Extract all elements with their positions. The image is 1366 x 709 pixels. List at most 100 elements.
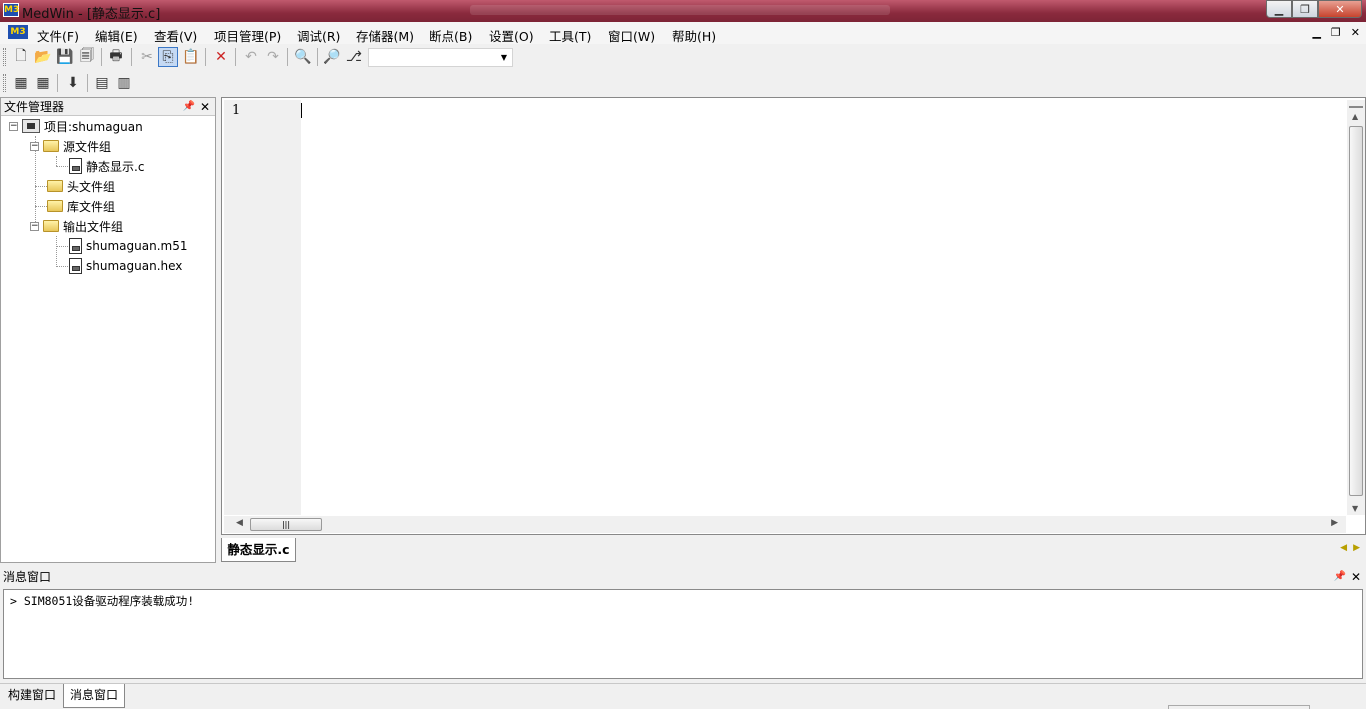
minimize-button[interactable]: ▁ (1266, 0, 1292, 18)
find-in-files-icon[interactable]: 🔎 (322, 47, 342, 67)
tree-item-source-file[interactable]: 静态显示.c (69, 157, 144, 175)
new-file-icon[interactable]: 🗋 (11, 47, 31, 67)
message-line: > SIM8051设备驱动程序装载成功! (10, 594, 195, 608)
horizontal-scrollbar[interactable]: ◀ ||| ▶ (224, 516, 1346, 533)
menu-window[interactable]: 窗口(W) (608, 26, 655, 45)
message-panel: 消息窗口 📌 ✕ > SIM8051设备驱动程序装载成功! (0, 568, 1366, 683)
menu-settings[interactable]: 设置(O) (489, 26, 534, 45)
tree-item-hex-file[interactable]: shumaguan.hex (69, 257, 182, 275)
tab-next-icon[interactable]: ▶ (1353, 543, 1360, 553)
scroll-left-icon[interactable]: ◀ (236, 518, 243, 528)
folder-icon (47, 180, 63, 192)
replace-icon[interactable]: ⎇ (344, 47, 364, 67)
maximize-button[interactable]: ❐ (1292, 0, 1318, 18)
tree-item-header-group[interactable]: 头文件组 (47, 177, 115, 195)
toolbar-separator (57, 74, 58, 92)
file-icon (69, 258, 82, 274)
menu-debug[interactable]: 调试(R) (297, 26, 340, 45)
menu-edit[interactable]: 编辑(E) (95, 26, 138, 45)
tree-item-m51-file[interactable]: shumaguan.m51 (69, 237, 187, 255)
message-panel-header: 消息窗口 📌 ✕ (0, 568, 1366, 586)
horizontal-scroll-thumb[interactable]: ||| (250, 518, 322, 531)
toolbar-separator (205, 48, 206, 66)
copy-icon[interactable]: ⎘ (158, 47, 178, 67)
tab-prev-icon[interactable]: ◀ (1340, 543, 1347, 553)
title-bar: M3 MedWin - [静态显示.c] ▁ ❐ ✕ (0, 0, 1366, 22)
document-menu-icon[interactable]: M3 (8, 25, 28, 39)
standard-toolbar: 🗋 📂 💾 🗐 🖶 ✂ ⎘ 📋 ✕ ↶ ↷ 🔍 🔎 ⎇ (0, 44, 1366, 70)
tab-source-file[interactable]: 静态显示.c (221, 538, 296, 562)
search-combo[interactable]: ▼ (368, 48, 513, 67)
menu-bar: M3 文件(F) 编辑(E) 查看(V) 项目管理(P) 调试(R) 存储器(M… (0, 22, 1366, 44)
redo-icon[interactable]: ↷ (263, 47, 283, 67)
project-icon (22, 119, 40, 133)
collapse-icon[interactable]: − (30, 221, 39, 231)
message-output[interactable]: > SIM8051设备驱动程序装载成功! (3, 589, 1363, 679)
file-manager-header: 文件管理器 📌 ✕ (1, 98, 215, 116)
menu-breakpoint[interactable]: 断点(B) (429, 26, 472, 45)
close-icon[interactable]: ✕ (1351, 568, 1361, 586)
menu-help[interactable]: 帮助(H) (672, 26, 716, 45)
folder-open-icon (43, 140, 59, 152)
menu-tools[interactable]: 工具(T) (549, 26, 591, 45)
folder-icon (47, 200, 63, 212)
app-icon: M3 (3, 3, 20, 17)
project-tree: − 项目:shumaguan − 源文件组 静态显示.c 头文件组 库文件组 −… (1, 116, 215, 556)
file-manager-title: 文件管理器 (4, 100, 65, 114)
save-all-icon[interactable]: 🗐 (77, 47, 97, 67)
vertical-scroll-thumb[interactable] (1349, 126, 1363, 496)
menu-project[interactable]: 项目管理(P) (214, 26, 281, 45)
pin-icon[interactable]: 📌 (1334, 568, 1346, 586)
mdi-minimize-icon[interactable]: ▁ (1312, 26, 1320, 39)
toolbar-separator (317, 48, 318, 66)
code-editor[interactable]: 1 ▲ ▼ ◀ ||| ▶ (221, 97, 1366, 535)
file-icon (69, 238, 82, 254)
scroll-up-icon[interactable]: ▲ (1352, 112, 1358, 121)
toolbar-grip[interactable] (3, 48, 6, 66)
menu-memory[interactable]: 存储器(M) (356, 26, 414, 45)
tab-message-window[interactable]: 消息窗口 (63, 684, 126, 708)
split-handle[interactable] (1349, 100, 1363, 108)
save-icon[interactable]: 💾 (55, 47, 75, 67)
tree-item-output-group[interactable]: − 输出文件组 (30, 217, 123, 235)
mdi-restore-icon[interactable]: ❐ (1331, 26, 1341, 39)
print-icon[interactable]: 🖶 (106, 47, 126, 67)
editor-tab-bar: 静态显示.c ◀ ▶ (221, 537, 1366, 563)
tree-item-library-group[interactable]: 库文件组 (47, 197, 115, 215)
close-button[interactable]: ✕ (1318, 0, 1362, 18)
step-into-icon[interactable]: ▤ (92, 73, 112, 93)
chevron-down-icon[interactable]: ▼ (496, 49, 512, 66)
c-file-icon (69, 158, 82, 174)
mdi-close-icon[interactable]: ✕ (1351, 26, 1360, 39)
undo-icon[interactable]: ↶ (241, 47, 261, 67)
scroll-down-icon[interactable]: ▼ (1352, 504, 1358, 513)
build-icon[interactable]: ▦ (33, 73, 53, 93)
download-icon[interactable]: ⬇ (63, 73, 83, 93)
tree-item-source-group[interactable]: − 源文件组 (30, 137, 111, 155)
close-icon[interactable]: ✕ (200, 98, 210, 116)
scroll-right-icon[interactable]: ▶ (1331, 518, 1338, 528)
cut-icon[interactable]: ✂ (137, 47, 157, 67)
collapse-icon[interactable]: − (30, 141, 39, 151)
tab-build-window[interactable]: 构建窗口 (2, 684, 62, 708)
pin-icon[interactable]: 📌 (183, 98, 195, 116)
window-title: MedWin - [静态显示.c] (22, 7, 161, 22)
toolbar-separator (287, 48, 288, 66)
title-bar-blur (470, 5, 890, 15)
collapse-icon[interactable]: − (9, 121, 18, 131)
toolbar-grip[interactable] (3, 74, 6, 92)
open-folder-icon[interactable]: 📂 (33, 47, 53, 67)
delete-icon[interactable]: ✕ (211, 47, 231, 67)
status-box (1168, 705, 1310, 709)
tree-item-project[interactable]: − 项目:shumaguan (9, 117, 143, 135)
find-icon[interactable]: 🔍 (293, 47, 313, 67)
step-over-icon[interactable]: ▥ (114, 73, 134, 93)
text-caret (301, 103, 302, 118)
menu-view[interactable]: 查看(V) (154, 26, 197, 45)
menu-file[interactable]: 文件(F) (37, 26, 79, 45)
paste-icon[interactable]: 📋 (181, 47, 201, 67)
vertical-scrollbar[interactable]: ▲ ▼ (1347, 100, 1365, 515)
toolbar-separator (235, 48, 236, 66)
compile-icon[interactable]: ▦ (11, 73, 31, 93)
bottom-tab-bar: 构建窗口 消息窗口 (0, 683, 1366, 709)
